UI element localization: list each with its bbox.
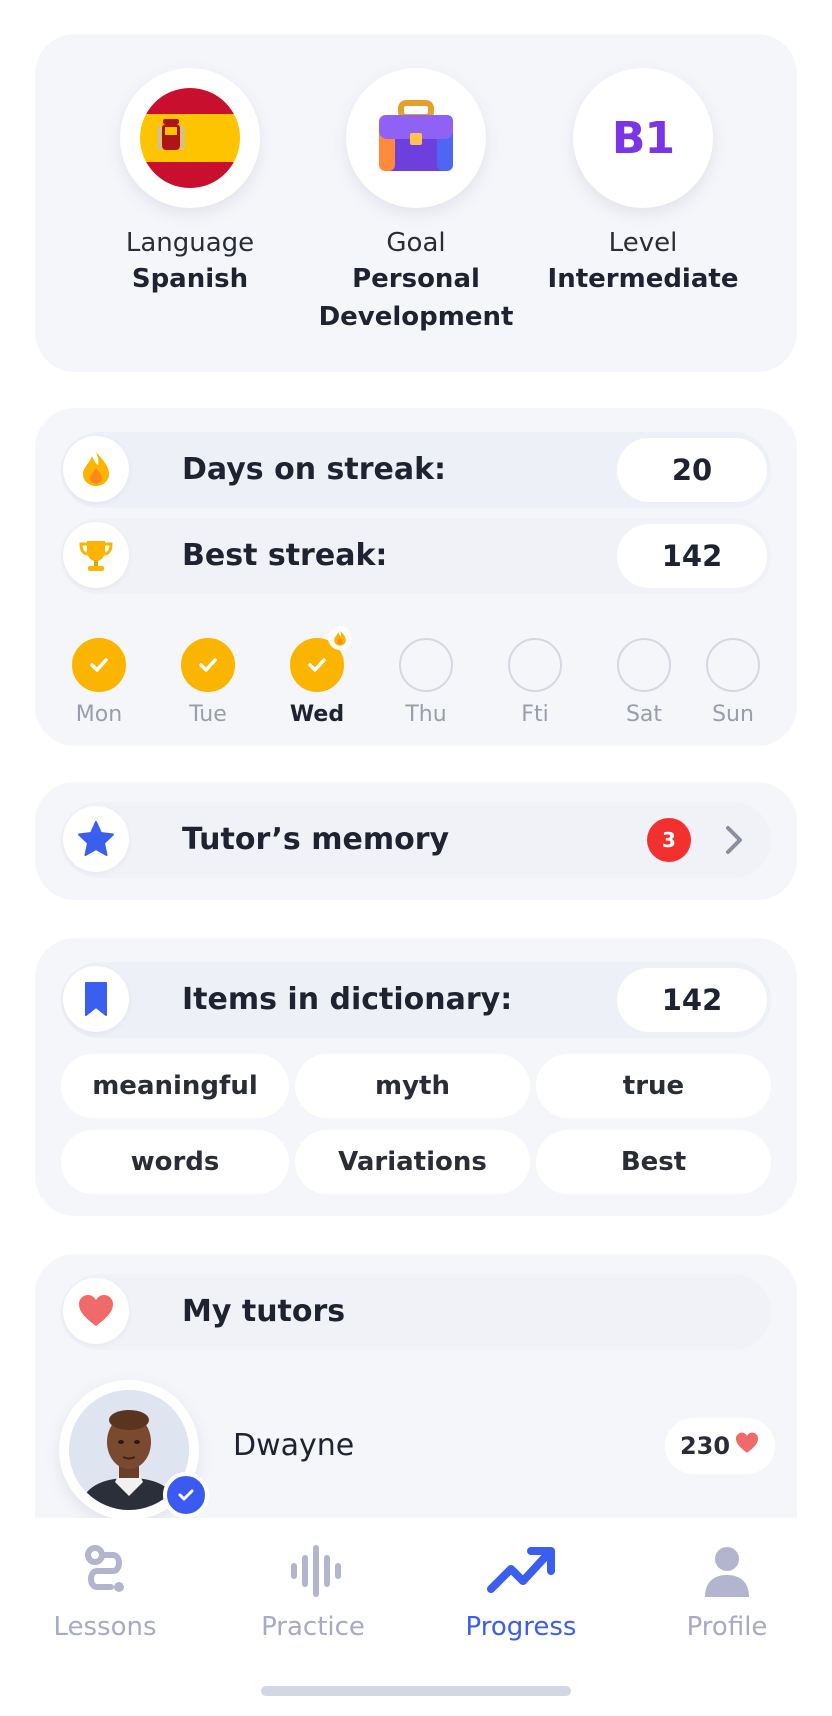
best-streak-value: 142 xyxy=(617,524,767,588)
bookmark-icon xyxy=(63,966,129,1032)
day-label: Sat xyxy=(625,702,663,727)
trending-up-icon xyxy=(416,1536,626,1606)
notification-badge: 3 xyxy=(647,818,691,862)
profile-summary-card: Language Spanish Goal Personal Developme… xyxy=(35,34,797,372)
day-thu: Thu xyxy=(388,630,464,727)
tab-practice[interactable]: Practice xyxy=(208,1536,418,1642)
tutor-likes: 230 xyxy=(665,1418,775,1474)
tutor-item[interactable]: Dwayne 230 xyxy=(35,1380,797,1520)
days-on-streak-label: Days on streak: xyxy=(182,452,447,487)
tab-profile[interactable]: Profile xyxy=(622,1536,832,1642)
check-icon xyxy=(72,638,126,692)
dictionary-count: 142 xyxy=(617,968,767,1032)
day-label: Tue xyxy=(189,702,227,727)
soundwave-icon xyxy=(208,1536,418,1606)
language-title: Language xyxy=(125,228,255,258)
day-label: Mon xyxy=(75,702,123,727)
briefcase-icon xyxy=(366,88,466,188)
language-column[interactable]: Language Spanish xyxy=(75,68,305,298)
best-streak-row: Best streak: 142 xyxy=(61,518,771,594)
week-streak-tracker: Mon Tue Wed Thu Fti Sat Sun xyxy=(61,626,771,730)
tutor-memory-label: Tutor’s memory xyxy=(182,822,450,857)
day-sat: Sat xyxy=(606,630,682,727)
flame-icon xyxy=(328,626,352,650)
flame-icon xyxy=(63,436,129,502)
verified-check-icon xyxy=(163,1472,209,1518)
chevron-right-icon[interactable] xyxy=(721,820,747,864)
word-chip[interactable]: Variations xyxy=(295,1130,530,1194)
word-chip[interactable]: true xyxy=(536,1054,771,1118)
level-column[interactable]: B1 Level Intermediate xyxy=(528,68,758,298)
level-value: Intermediate xyxy=(547,264,739,294)
day-label: Sun xyxy=(712,702,754,727)
tutor-memory-card: Tutor’s memory 3 xyxy=(35,782,797,900)
word-chip[interactable]: myth xyxy=(295,1054,530,1118)
tab-label: Lessons xyxy=(53,1612,157,1642)
day-label: Thu xyxy=(405,702,447,727)
tab-label: Progress xyxy=(465,1612,577,1642)
my-tutors-label: My tutors xyxy=(182,1294,346,1329)
spain-flag-icon xyxy=(140,88,240,188)
day-fri: Fti xyxy=(497,630,573,727)
level-title: Level xyxy=(608,228,678,258)
day-label: Wed xyxy=(289,702,345,727)
goal-title: Goal xyxy=(386,228,446,258)
empty-day-circle xyxy=(617,638,671,692)
dictionary-card: Items in dictionary: 142 meaningful myth… xyxy=(35,938,797,1216)
language-badge[interactable] xyxy=(120,68,260,208)
goal-value-line2: Development xyxy=(318,302,514,332)
empty-day-circle xyxy=(706,638,760,692)
dictionary-label: Items in dictionary: xyxy=(182,982,513,1017)
word-chip[interactable]: words xyxy=(61,1130,289,1194)
day-label: Fti xyxy=(521,702,549,727)
tab-label: Practice xyxy=(261,1612,365,1642)
goal-value-line1: Personal xyxy=(352,264,480,294)
word-chip[interactable]: meaningful xyxy=(61,1054,289,1118)
dictionary-row[interactable]: Items in dictionary: 142 xyxy=(61,962,771,1038)
goal-value: Personal Development xyxy=(301,260,531,336)
tutor-name: Dwayne xyxy=(233,1428,355,1463)
days-on-streak-value: 20 xyxy=(617,438,767,502)
goal-badge[interactable] xyxy=(346,68,486,208)
tutor-memory-row[interactable]: Tutor’s memory 3 xyxy=(61,802,771,878)
goal-column[interactable]: Goal Personal Development xyxy=(301,68,531,336)
star-icon xyxy=(63,806,129,872)
day-mon: Mon xyxy=(61,630,137,727)
streak-card: Days on streak: 20 Best streak: 142 Mon xyxy=(35,408,797,746)
check-icon xyxy=(181,638,235,692)
level-code: B1 xyxy=(611,112,675,164)
person-icon xyxy=(622,1536,832,1606)
heart-icon xyxy=(734,1430,760,1462)
home-indicator[interactable] xyxy=(261,1686,571,1696)
day-wed: Wed xyxy=(279,626,355,727)
heart-icon xyxy=(63,1278,129,1344)
day-tue: Tue xyxy=(170,630,246,727)
day-sun: Sun xyxy=(695,630,771,727)
word-chip[interactable]: Best xyxy=(536,1130,771,1194)
empty-day-circle xyxy=(399,638,453,692)
days-on-streak-row: Days on streak: 20 xyxy=(61,432,771,508)
empty-day-circle xyxy=(508,638,562,692)
tab-lessons[interactable]: Lessons xyxy=(0,1536,210,1642)
best-streak-label: Best streak: xyxy=(182,538,388,573)
language-value: Spanish xyxy=(131,264,249,294)
check-icon xyxy=(290,626,352,692)
tab-progress[interactable]: Progress xyxy=(416,1536,626,1642)
likes-count: 230 xyxy=(679,1432,731,1460)
my-tutors-row: My tutors xyxy=(61,1274,771,1350)
level-badge[interactable]: B1 xyxy=(573,68,713,208)
trophy-icon xyxy=(63,522,129,588)
tab-label: Profile xyxy=(686,1612,768,1642)
path-icon xyxy=(0,1536,210,1606)
